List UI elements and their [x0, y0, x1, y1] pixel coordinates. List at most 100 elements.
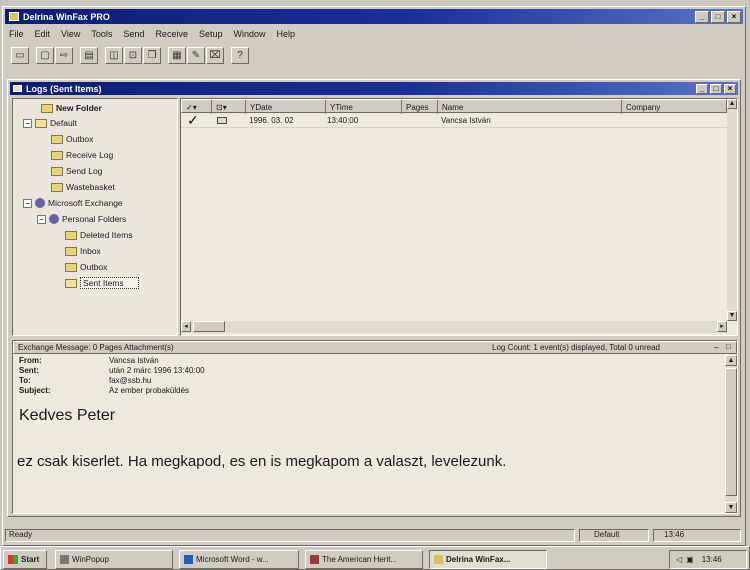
start-button[interactable]: Start — [3, 550, 47, 569]
scroll-thumb[interactable] — [193, 321, 225, 332]
folder-icon — [35, 118, 47, 128]
taskbar-item-american-heritage[interactable]: The American Herit... — [305, 550, 423, 569]
table-row[interactable]: ✓ 1996. 03. 02 13:40:00 Vancsa István — [181, 112, 727, 128]
field-subject-value: Az ember probaküldés — [109, 386, 190, 395]
app-title-bar[interactable]: Delrina WinFax PRO _ □ × — [5, 9, 743, 24]
collapse-icon[interactable]: − — [37, 214, 46, 224]
tree-item-new-folder[interactable]: New Folder — [41, 101, 102, 115]
menu-file[interactable]: File — [9, 29, 24, 39]
logs-window: Logs (Sent Items) _ □ × New Folder − Defa… — [7, 79, 741, 517]
dictionary-icon — [310, 555, 319, 564]
preview-header-bar: Exchange Message: 0 Pages Attachment(s) … — [13, 341, 737, 354]
menu-receive[interactable]: Receive — [155, 29, 188, 39]
menu-help[interactable]: Help — [277, 29, 296, 39]
taskbar-item-winpopup[interactable]: WinPopup — [55, 550, 173, 569]
column-date[interactable]: YDate — [246, 100, 326, 114]
status-text: Ready — [5, 529, 575, 542]
app-title: Delrina WinFax PRO — [23, 11, 110, 22]
row-name: Vancsa István — [441, 116, 491, 125]
preview-scroll-down-icon[interactable]: ▼ — [725, 502, 737, 513]
folder-tree: New Folder − Default Outbox Receive Log S… — [12, 98, 178, 336]
tree-item-receive-log[interactable]: Receive Log — [51, 148, 113, 162]
column-company[interactable]: Company — [622, 100, 728, 114]
toolbar: ▭ ▢ ⇨ ▤ ◫ ⊡ ❐ ▦ ✎ ⌧ ? — [11, 45, 250, 65]
logs-minimize-icon[interactable]: _ — [696, 83, 708, 94]
logs-close-icon[interactable]: × — [724, 83, 736, 94]
word-icon — [184, 555, 193, 564]
menu-bar: File Edit View Tools Send Receive Setup … — [9, 27, 729, 41]
column-name[interactable]: Name — [438, 100, 622, 114]
attach-icon[interactable]: ⊡ — [124, 46, 142, 64]
column-time[interactable]: YTime — [326, 100, 402, 114]
help-icon[interactable]: ? — [231, 46, 249, 64]
volume-icon[interactable]: ◁ — [676, 555, 682, 564]
copy-icon[interactable]: ❐ — [143, 46, 161, 64]
logs-maximize-icon[interactable]: □ — [710, 83, 722, 94]
folder-icon — [51, 150, 63, 160]
send-icon[interactable]: ⇨ — [55, 46, 73, 64]
winpopup-icon — [60, 555, 69, 564]
field-to-label: To: — [19, 376, 31, 385]
preview-scroll-up-icon[interactable]: ▲ — [725, 355, 737, 366]
preview-vertical-scrollbar[interactable]: ▲ ▼ — [725, 355, 737, 513]
view-icon[interactable]: ◫ — [105, 46, 123, 64]
preview-minimize-icon[interactable]: – — [714, 342, 719, 352]
logs-title-bar[interactable]: Logs (Sent Items) _ □ × — [10, 82, 738, 95]
menu-tools[interactable]: Tools — [91, 29, 112, 39]
tree-item-microsoft-exchange[interactable]: − Microsoft Exchange — [23, 196, 123, 210]
menu-setup[interactable]: Setup — [199, 29, 223, 39]
logs-title: Logs (Sent Items) — [26, 83, 102, 94]
folder-icon — [51, 166, 63, 176]
network-icon[interactable]: ▣ — [686, 555, 694, 564]
collapse-icon[interactable]: − — [23, 198, 32, 208]
field-from-value: Vancsa István — [109, 356, 159, 365]
scroll-left-icon[interactable]: ◂ — [181, 321, 191, 332]
phonebook-icon[interactable]: ▦ — [168, 46, 186, 64]
tree-item-send-log[interactable]: Send Log — [51, 164, 102, 178]
menu-view[interactable]: View — [61, 29, 80, 39]
type-column-icon[interactable]: ⊡▾ — [212, 100, 246, 114]
menu-edit[interactable]: Edit — [35, 29, 51, 39]
scroll-right-icon[interactable]: ▸ — [717, 321, 727, 332]
tree-item-default[interactable]: − Default — [23, 116, 77, 130]
list-horizontal-scrollbar[interactable]: ◂ ▸ — [181, 321, 727, 333]
row-time: 13:40:00 — [327, 116, 359, 125]
column-pages[interactable]: Pages — [402, 100, 438, 114]
status-profile: Default — [579, 529, 649, 542]
tree-item-deleted-items[interactable]: Deleted Items — [65, 228, 132, 242]
open-icon[interactable]: ▢ — [36, 46, 54, 64]
close-icon[interactable]: × — [727, 10, 741, 23]
taskbar-item-winfax[interactable]: Delrina WinFax... — [429, 550, 547, 569]
folder-icon — [65, 278, 77, 288]
collapse-icon[interactable]: − — [23, 118, 32, 128]
minimize-icon[interactable]: _ — [695, 10, 709, 23]
delete-icon[interactable]: ⌧ — [206, 46, 224, 64]
system-tray: ◁ ▣ 13:46 — [669, 550, 747, 569]
tree-item-inbox[interactable]: Inbox — [65, 244, 101, 258]
message-body: ez csak kiserlet. Ha megkapod, es en is … — [17, 453, 507, 470]
field-sent-value: után 2 márc 1996 13:40:00 — [109, 366, 205, 375]
menu-send[interactable]: Send — [123, 29, 144, 39]
tree-item-personal-folders[interactable]: − Personal Folders — [37, 212, 126, 226]
sent-check-icon: ✓ — [187, 112, 199, 128]
menu-window[interactable]: Window — [233, 29, 265, 39]
message-type-icon — [217, 117, 227, 124]
print-icon[interactable]: ▤ — [80, 46, 98, 64]
field-from-label: From: — [19, 356, 42, 365]
preview-scroll-thumb[interactable] — [725, 368, 737, 496]
scroll-down-icon[interactable]: ▼ — [727, 311, 737, 321]
tree-item-sent-items[interactable]: Sent Items — [65, 276, 139, 290]
scroll-up-icon[interactable]: ▲ — [727, 99, 737, 109]
folder-icon — [65, 246, 77, 256]
new-fax-icon[interactable]: ▭ — [11, 46, 29, 64]
taskbar-item-word[interactable]: Microsoft Word - w... — [179, 550, 299, 569]
tree-item-wastebasket[interactable]: Wastebasket — [51, 180, 115, 194]
preview-restore-icon[interactable]: □ — [726, 342, 731, 351]
edit-icon[interactable]: ✎ — [187, 46, 205, 64]
list-vertical-scrollbar[interactable]: ▲ ▼ — [727, 99, 737, 321]
field-to-value: fax@ssb.hu — [109, 376, 152, 385]
tray-clock: 13:46 — [701, 555, 722, 564]
tree-item-outbox-2[interactable]: Outbox — [65, 260, 107, 274]
maximize-icon[interactable]: □ — [711, 10, 725, 23]
tree-item-outbox[interactable]: Outbox — [51, 132, 93, 146]
